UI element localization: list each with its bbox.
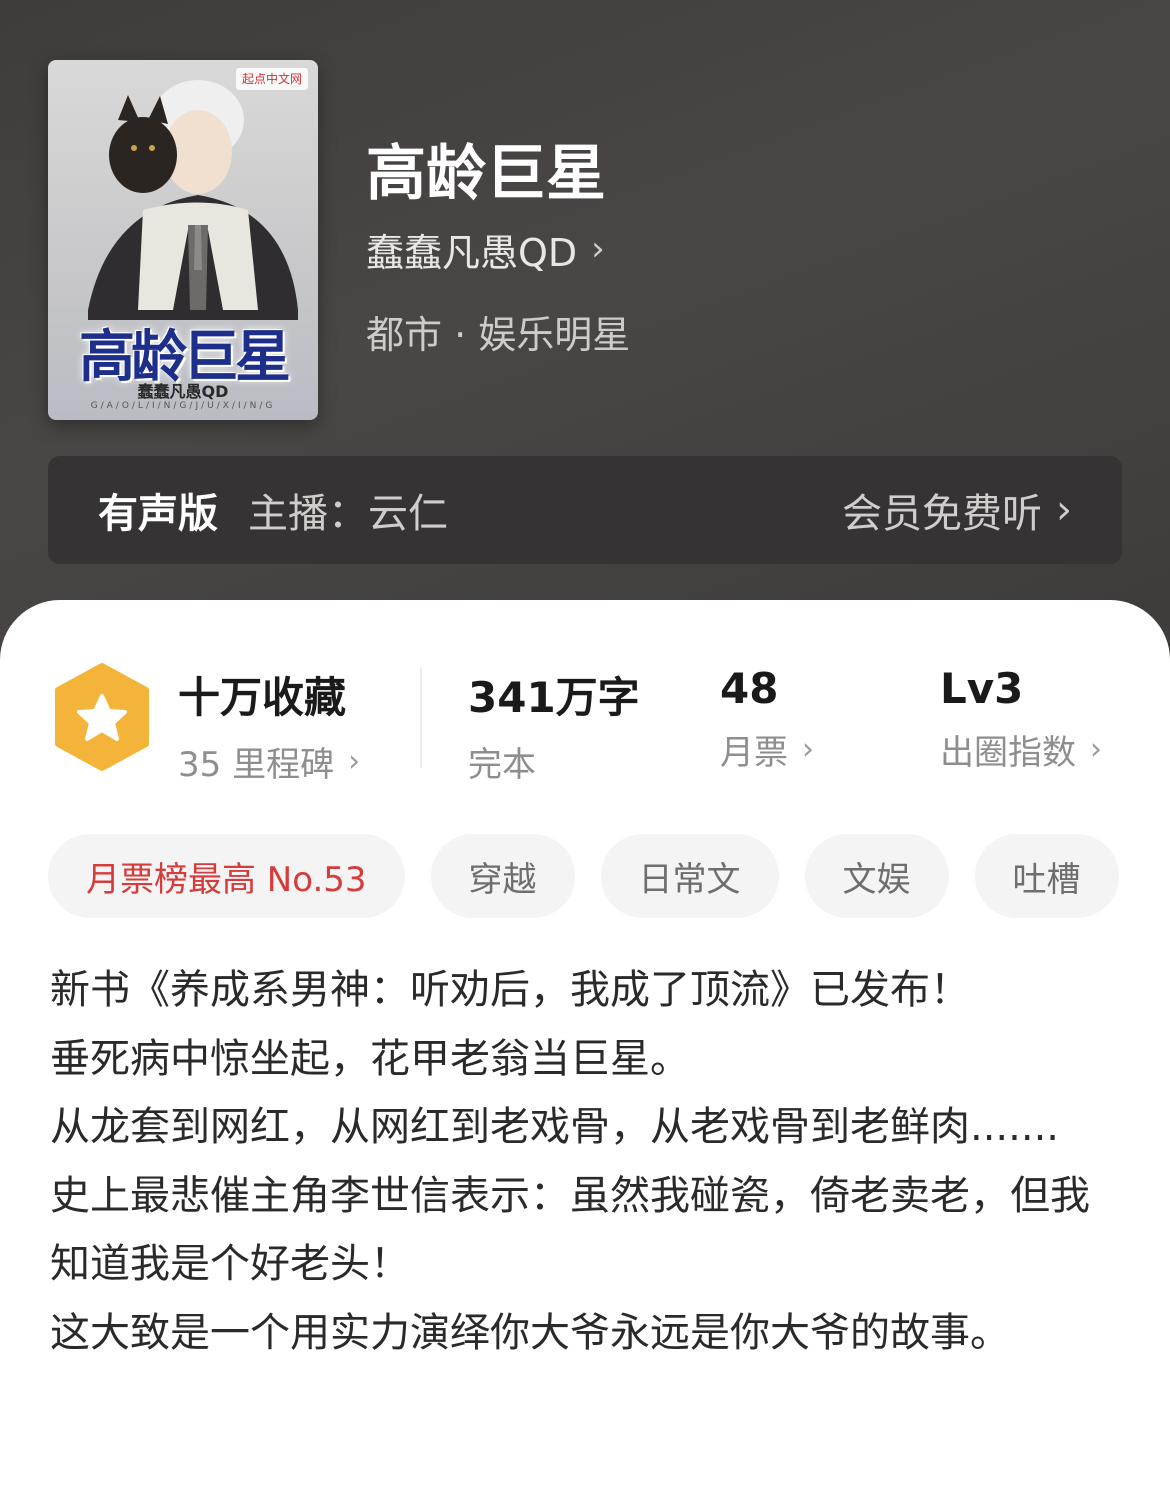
tag-item[interactable]: 穿越	[430, 834, 575, 918]
audio-version-bar[interactable]: 有声版 主播：云仁 会员免费听 ›	[48, 456, 1122, 564]
book-detail-page: 起点中文网 高龄巨星 蠢蠢凡愚QD G/A/O/L/I/N/G/J/U/X/I/…	[0, 0, 1170, 1504]
completion-status: 完本	[468, 745, 536, 785]
influence-stat[interactable]: Lv3 出圈指数 ›	[940, 664, 1102, 774]
vip-listen-label: 会员免费听	[842, 491, 1042, 537]
monthly-ticket-count: 48	[720, 664, 779, 713]
description-line: 从龙套到网红，从网红到老戏骨，从老戏骨到老鲜肉.......	[50, 1104, 1060, 1151]
book-description[interactable]: 新书《养成系男神：听劝后，我成了顶流》已发布！ 垂死病中惊坐起，花甲老翁当巨星。…	[50, 956, 1120, 1368]
chevron-right-icon: ›	[1090, 732, 1102, 767]
book-genre: 都市 · 娱乐明星	[366, 313, 631, 357]
description-line: 垂死病中惊坐起，花甲老翁当巨星。	[50, 1035, 690, 1082]
description-line: 新书《养成系男神：听劝后，我成了顶流》已发布！	[50, 967, 970, 1013]
word-count: 341万字	[468, 673, 640, 722]
description-line: 这大致是一个用实力演绎你大爷永远是你大爷的故事。	[50, 1309, 1010, 1356]
vip-listen-button[interactable]: 会员免费听 ›	[842, 481, 1072, 539]
tag-list: 月票榜最高 No.53 穿越 日常文 文娱 吐槽	[48, 834, 1119, 918]
monthly-ticket-stat[interactable]: 48 月票 ›	[720, 664, 814, 774]
stat-divider	[420, 668, 422, 768]
cover-publisher-logo: 起点中文网	[235, 68, 308, 90]
star-hexagon-icon	[55, 663, 149, 771]
description-line: 史上最悲催主角李世信表示：虽然我碰瓷，倚老卖老，但我知道我是个好老头！	[50, 1172, 1090, 1288]
audio-host: 主播：云仁	[248, 491, 448, 537]
word-count-stat: 341万字 完本	[468, 664, 640, 786]
influence-level: Lv3	[940, 664, 1024, 713]
book-title: 高龄巨星	[366, 139, 606, 209]
book-header: 起点中文网 高龄巨星 蠢蠢凡愚QD G/A/O/L/I/N/G/J/U/X/I/…	[0, 0, 1170, 660]
book-cover[interactable]: 起点中文网 高龄巨星 蠢蠢凡愚QD G/A/O/L/I/N/G/J/U/X/I/…	[48, 60, 318, 420]
influence-label: 出圈指数	[940, 733, 1076, 773]
chevron-right-icon: ›	[348, 744, 361, 779]
cover-author: 蠢蠢凡愚QD	[137, 382, 229, 401]
author-name: 蠢蠢凡愚QD	[366, 230, 578, 275]
chevron-right-icon: ›	[802, 732, 814, 767]
tag-rank[interactable]: 月票榜最高 No.53	[48, 834, 405, 918]
milestone-label: 35 里程碑	[178, 745, 335, 785]
favorites-count: 十万收藏	[178, 673, 347, 722]
tag-item[interactable]: 文娱	[804, 834, 949, 918]
audio-label: 有声版	[98, 491, 218, 537]
favorites-stat[interactable]: 十万收藏 35 里程碑 ›	[178, 664, 360, 786]
tag-item[interactable]: 日常文	[600, 834, 779, 918]
author-link[interactable]: 蠢蠢凡愚QD ›	[366, 226, 605, 275]
monthly-ticket-label: 月票	[720, 733, 788, 773]
chevron-right-icon: ›	[1056, 487, 1072, 533]
tag-item[interactable]: 吐槽	[974, 834, 1119, 918]
cover-subtitle: G/A/O/L/I/N/G/J/U/X/I/N/G	[90, 401, 276, 411]
chevron-right-icon: ›	[591, 229, 605, 269]
